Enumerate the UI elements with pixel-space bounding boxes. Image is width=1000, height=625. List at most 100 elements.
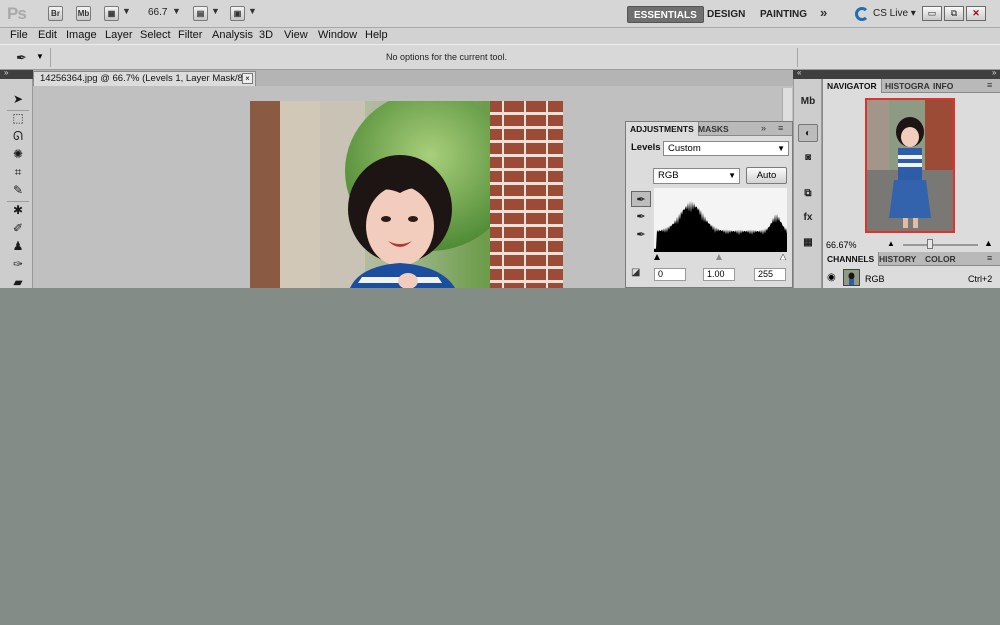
arrange-documents-icon[interactable]: ▤ xyxy=(193,6,208,21)
close-document-icon[interactable]: × xyxy=(242,73,253,84)
cs-live-icon[interactable] xyxy=(855,7,869,21)
tab-adjustments[interactable]: ADJUSTMENTS xyxy=(626,122,699,136)
zoom-level[interactable]: 66.7 xyxy=(148,7,167,18)
tab-history[interactable]: HISTORY xyxy=(875,252,920,266)
input-levels-slider[interactable] xyxy=(654,254,787,260)
levels-label: Levels xyxy=(631,142,661,153)
input-black-field[interactable]: 0 xyxy=(654,268,686,281)
photoshop-logo: Ps xyxy=(7,4,27,23)
tab-histogram[interactable]: HISTOGRA xyxy=(881,79,934,93)
navigator-zoom-slider[interactable] xyxy=(903,244,978,246)
clone-stamp-tool-icon[interactable]: ♟ xyxy=(9,239,27,254)
arrange-dropdown-icon[interactable]: ▼ xyxy=(211,6,220,16)
menu-file[interactable]: File xyxy=(10,29,28,41)
dock-collapse-bar[interactable]: « xyxy=(793,68,822,79)
masks-panel-icon[interactable]: ◙ xyxy=(798,149,818,167)
menu-help[interactable]: Help xyxy=(365,29,388,41)
eyedropper-tool-icon[interactable]: ✎ xyxy=(9,183,27,198)
crop-tool-icon[interactable]: ⌗ xyxy=(9,165,27,180)
brush-tool-icon[interactable]: ✐ xyxy=(9,221,27,236)
black-point-eyedropper-icon[interactable]: ✒ xyxy=(631,191,651,207)
adjustments-panel: ADJUSTMENTS MASKS » ≡ Levels Custom ▼ RG… xyxy=(625,121,793,288)
auto-button[interactable]: Auto xyxy=(746,167,787,184)
menu-window[interactable]: Window xyxy=(318,29,357,41)
mini-bridge-button[interactable]: Mb xyxy=(76,6,91,21)
tab-color[interactable]: COLOR xyxy=(921,252,960,266)
zoom-dropdown-icon[interactable]: ▼ xyxy=(172,6,181,16)
panel-menu-icon[interactable]: ≡ xyxy=(987,80,992,90)
tab-info[interactable]: INFO xyxy=(929,79,957,93)
healing-brush-tool-icon[interactable]: ✱ xyxy=(9,203,27,218)
swatches-panel-icon[interactable]: ▦ xyxy=(798,234,818,252)
tool-preset-picker[interactable]: ✒ ▼ xyxy=(10,49,44,66)
navigator-zoom-value[interactable]: 66.67% xyxy=(826,239,866,251)
options-divider xyxy=(50,48,51,67)
clip-to-layer-icon[interactable]: ◪ xyxy=(631,267,649,282)
workspace-design[interactable]: DESIGN xyxy=(701,6,751,23)
tab-masks[interactable]: MASKS xyxy=(694,122,733,136)
bridge-button[interactable]: Br xyxy=(48,6,63,21)
adjustments-panel-icon[interactable]: ◐ xyxy=(798,124,818,142)
tool-divider xyxy=(7,201,29,202)
menu-analysis[interactable]: Analysis xyxy=(212,29,253,41)
tab-navigator[interactable]: NAVIGATOR xyxy=(823,79,882,93)
options-message: No options for the current tool. xyxy=(386,52,508,62)
channel-select-value: RGB xyxy=(658,170,679,181)
input-white-field[interactable]: 255 xyxy=(754,268,786,281)
document-tab[interactable]: 14256364.jpg @ 66.7% (Levels 1, Layer Ma… xyxy=(33,71,256,86)
workspace-painting[interactable]: PAINTING xyxy=(754,6,813,23)
panel-collapse-icon[interactable]: » xyxy=(761,123,766,133)
channel-row-rgb[interactable]: ◉ RGB Ctrl+2 xyxy=(823,268,1000,288)
menu-select[interactable]: Select xyxy=(140,29,171,41)
navigator-preview[interactable] xyxy=(865,98,955,233)
mini-bridge-panel-icon[interactable]: Mb xyxy=(798,93,818,111)
tab-channels[interactable]: CHANNELS xyxy=(823,252,880,266)
menu-filter[interactable]: Filter xyxy=(178,29,202,41)
menu-3d[interactable]: 3D xyxy=(259,29,273,41)
menu-view[interactable]: View xyxy=(284,29,308,41)
screen-mode-icon[interactable]: ▣ xyxy=(230,6,245,21)
photoshop-window: Ps Br Mb ▦ ▼ 66.7 ▼ ▤ ▼ ▣ ▼ ESSENTIALS D… xyxy=(0,0,1000,288)
visibility-eye-icon[interactable]: ◉ xyxy=(827,272,836,283)
lasso-tool-icon[interactable]: ᘏ xyxy=(9,129,27,144)
eraser-tool-icon[interactable]: ▰ xyxy=(9,275,27,288)
input-gamma-field[interactable]: 1.00 xyxy=(703,268,735,281)
restore-button[interactable]: ⧉ xyxy=(944,6,964,21)
menu-edit[interactable]: Edit xyxy=(38,29,57,41)
panel-menu-icon[interactable]: ≡ xyxy=(778,123,783,133)
navigator-zoom-knob[interactable] xyxy=(927,239,933,249)
styles-panel-icon[interactable]: ⧉ xyxy=(798,185,818,203)
workspace-essentials[interactable]: ESSENTIALS xyxy=(627,6,704,23)
eyedropper-icon: ✒ xyxy=(16,50,27,65)
menu-layer[interactable]: Layer xyxy=(105,29,133,41)
levels-preset-value: Custom xyxy=(668,143,701,154)
move-tool-icon[interactable]: ➤ xyxy=(9,92,27,107)
channel-select[interactable]: RGB ▼ xyxy=(653,168,740,184)
zoom-out-icon[interactable]: ▲ xyxy=(887,239,895,248)
minimize-button[interactable]: ▭ xyxy=(922,6,942,21)
adjustments-tab-bar: ADJUSTMENTS MASKS » ≡ xyxy=(626,122,792,136)
quick-selection-tool-icon[interactable]: ✺ xyxy=(9,147,27,162)
cs-live-menu[interactable]: CS Live ▾ xyxy=(873,8,916,19)
panel-menu-icon[interactable]: ≡ xyxy=(987,253,992,263)
photo-image xyxy=(250,101,563,288)
more-workspaces-icon[interactable]: » xyxy=(820,5,827,20)
marquee-tool-icon[interactable]: ⬚ xyxy=(9,111,27,126)
zoom-in-icon[interactable]: ▲ xyxy=(984,238,993,248)
history-brush-tool-icon[interactable]: ✑ xyxy=(9,257,27,272)
screen-mode-dropdown-icon[interactable]: ▼ xyxy=(248,6,257,16)
white-point-eyedropper-icon[interactable]: ✒ xyxy=(631,227,651,243)
panels-collapse-bar[interactable]: » xyxy=(822,68,1000,79)
gamma-slider-handle xyxy=(716,254,722,260)
navigator-tab-bar: NAVIGATOR HISTOGRA INFO ≡ xyxy=(823,79,1000,93)
layer-effects-icon[interactable]: fx xyxy=(798,209,818,227)
gray-point-eyedropper-icon[interactable]: ✒ xyxy=(631,209,651,225)
photo-canvas[interactable] xyxy=(250,101,563,288)
tools-collapse-bar[interactable]: » xyxy=(0,68,33,79)
menu-image[interactable]: Image xyxy=(66,29,97,41)
levels-preset-select[interactable]: Custom ▼ xyxy=(663,141,789,156)
close-window-button[interactable]: ✕ xyxy=(966,6,986,21)
view-extras-dropdown-icon[interactable]: ▼ xyxy=(122,6,131,16)
chevron-down-icon: ▼ xyxy=(777,144,785,153)
view-extras-icon[interactable]: ▦ xyxy=(104,6,119,21)
